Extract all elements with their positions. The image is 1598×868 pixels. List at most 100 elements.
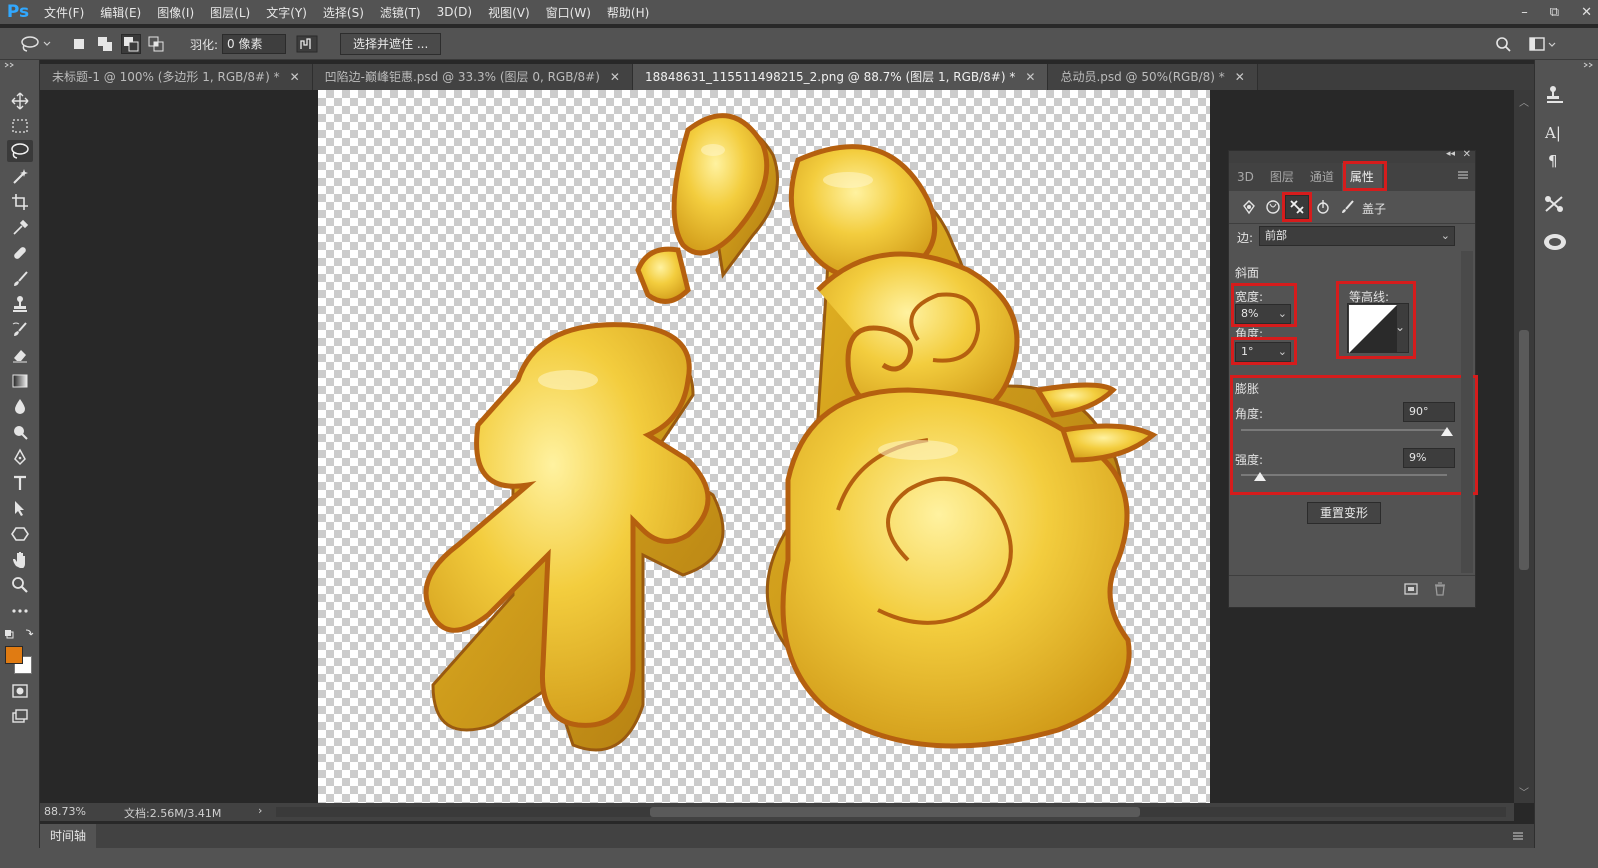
panel-menu-icon[interactable] xyxy=(1457,169,1469,184)
inflate-angle-slider-thumb[interactable] xyxy=(1441,427,1453,436)
scroll-up-icon[interactable]: ︿ xyxy=(1519,94,1529,109)
menu-filter[interactable]: 滤镜(T) xyxy=(372,4,429,21)
menu-3d[interactable]: 3D(D) xyxy=(429,5,480,19)
menu-type[interactable]: 文字(Y) xyxy=(258,4,315,21)
move-tool[interactable] xyxy=(7,90,33,112)
anti-alias-icon xyxy=(296,35,318,53)
more-tools-button[interactable] xyxy=(7,600,33,622)
libraries-icon[interactable] xyxy=(1542,232,1568,252)
menu-edit[interactable]: 编辑(E) xyxy=(92,4,149,21)
trash-icon[interactable] xyxy=(1432,581,1448,597)
tab-3d[interactable]: 3D xyxy=(1229,163,1262,191)
panel-dock: A| ¶ xyxy=(1534,60,1598,868)
minimize-button[interactable]: – xyxy=(1521,5,1528,20)
side-select[interactable]: 前部 ⌄ xyxy=(1259,226,1455,246)
clone-source-icon[interactable] xyxy=(1543,84,1567,106)
document-tab[interactable]: 未标题-1 @ 100% (多边形 1, RGB/8#) * ✕ xyxy=(40,64,313,90)
collapse-panel-icon[interactable]: ◂◂ xyxy=(1446,149,1455,159)
restore-button[interactable]: ⧉ xyxy=(1550,5,1559,20)
healing-brush-tool[interactable] xyxy=(7,242,33,264)
lasso-preset-picker[interactable] xyxy=(18,34,52,54)
deform-icon[interactable] xyxy=(1265,199,1281,215)
expand-dock-icon[interactable] xyxy=(1583,62,1595,68)
close-panel-icon[interactable]: ✕ xyxy=(1463,149,1471,160)
eyedropper-tool[interactable] xyxy=(7,217,33,239)
subtract-selection-button[interactable] xyxy=(121,34,141,54)
magic-wand-tool[interactable] xyxy=(7,166,33,188)
marquee-tool[interactable] xyxy=(7,115,33,137)
blur-tool[interactable] xyxy=(7,395,33,417)
inflate-angle-input[interactable]: 90° xyxy=(1403,402,1455,422)
subtract-selection-icon xyxy=(122,35,140,53)
mesh-icon[interactable] xyxy=(1241,199,1257,215)
tool-presets-icon[interactable] xyxy=(1543,194,1567,214)
vertical-scrollbar[interactable]: ︿ ﹀ xyxy=(1514,90,1534,803)
collapse-toolbar-icon[interactable] xyxy=(4,62,16,68)
horizontal-scrollbar[interactable] xyxy=(276,807,1506,817)
menu-view[interactable]: 视图(V) xyxy=(480,4,538,21)
zoom-level[interactable]: 88.73% xyxy=(44,805,86,818)
paragraph-panel-icon[interactable]: ¶ xyxy=(1548,152,1558,170)
document-tab-active[interactable]: 18848631_115511498215_2.png @ 88.7% (图层 … xyxy=(632,64,1049,90)
lasso-tool[interactable] xyxy=(7,140,33,162)
pen-tool[interactable] xyxy=(7,446,33,468)
horizontal-scroll-thumb[interactable] xyxy=(650,807,1140,817)
timeline-menu-icon[interactable] xyxy=(1512,830,1524,842)
strength-slider[interactable] xyxy=(1241,474,1447,476)
foreground-color-swatch[interactable] xyxy=(5,646,23,664)
close-tab-icon[interactable]: ✕ xyxy=(610,64,620,90)
material-brush-icon[interactable] xyxy=(1339,199,1355,215)
strength-input[interactable]: 9% xyxy=(1403,448,1455,468)
close-window-button[interactable]: ✕ xyxy=(1581,5,1592,20)
vertical-scroll-thumb[interactable] xyxy=(1519,330,1529,570)
screen-mode-button[interactable] xyxy=(7,706,33,728)
menu-layer[interactable]: 图层(L) xyxy=(202,4,258,21)
menu-help[interactable]: 帮助(H) xyxy=(599,4,657,21)
render-icon[interactable] xyxy=(1403,581,1419,597)
brush-tool[interactable] xyxy=(7,268,33,290)
panel-scrollbar[interactable] xyxy=(1461,251,1473,573)
close-tab-icon[interactable]: ✕ xyxy=(1235,64,1245,90)
new-selection-button[interactable] xyxy=(70,34,88,54)
select-and-mask-button[interactable]: 选择并遮住 ... xyxy=(340,33,442,55)
tab-layers[interactable]: 图层 xyxy=(1262,163,1302,191)
menu-window[interactable]: 窗口(W) xyxy=(538,4,599,21)
close-tab-icon[interactable]: ✕ xyxy=(1025,64,1035,90)
hand-tool[interactable] xyxy=(7,548,33,570)
zoom-tool[interactable] xyxy=(7,574,33,596)
document-canvas[interactable] xyxy=(318,90,1210,803)
status-menu-arrow[interactable]: › xyxy=(258,804,262,817)
feather-input[interactable]: 0 像素 xyxy=(222,34,286,54)
pen-icon xyxy=(14,448,26,466)
gradient-tool[interactable] xyxy=(7,370,33,392)
crop-tool[interactable] xyxy=(7,191,33,213)
dodge-tool[interactable] xyxy=(7,421,33,443)
quick-mask-button[interactable] xyxy=(7,680,33,702)
search-button[interactable] xyxy=(1494,34,1512,54)
strength-slider-thumb[interactable] xyxy=(1253,472,1266,481)
clone-stamp-tool[interactable] xyxy=(7,293,33,315)
menu-file[interactable]: 文件(F) xyxy=(36,4,92,21)
tab-channels[interactable]: 通道 xyxy=(1302,163,1342,191)
shape-tool[interactable] xyxy=(7,523,33,545)
eraser-tool[interactable] xyxy=(7,344,33,366)
swap-colors-icon[interactable] xyxy=(4,627,38,641)
type-tool[interactable] xyxy=(7,472,33,494)
scroll-down-icon[interactable]: ﹀ xyxy=(1519,784,1529,799)
menu-select[interactable]: 选择(S) xyxy=(315,4,372,21)
inflate-angle-slider[interactable] xyxy=(1241,429,1447,431)
document-tab[interactable]: 凹陷边-巅峰钜惠.psd @ 33.3% (图层 0, RGB/8#) ✕ xyxy=(312,64,633,90)
history-brush-tool[interactable] xyxy=(7,319,33,341)
close-tab-icon[interactable]: ✕ xyxy=(290,64,300,90)
document-tab[interactable]: 总动员.psd @ 50%(RGB/8) * ✕ xyxy=(1048,64,1258,90)
add-selection-button[interactable] xyxy=(96,34,114,54)
anti-alias-button[interactable] xyxy=(296,34,318,54)
menu-image[interactable]: 图像(I) xyxy=(149,4,202,21)
character-panel-icon[interactable]: A| xyxy=(1545,124,1561,142)
workspace-button[interactable] xyxy=(1528,34,1558,54)
timeline-tab[interactable]: 时间轴 xyxy=(40,824,97,848)
coordinates-icon[interactable] xyxy=(1315,199,1331,215)
reset-deformation-button[interactable]: 重置变形 xyxy=(1307,502,1381,524)
intersect-selection-button[interactable] xyxy=(147,34,165,54)
path-selection-tool[interactable] xyxy=(7,497,33,519)
